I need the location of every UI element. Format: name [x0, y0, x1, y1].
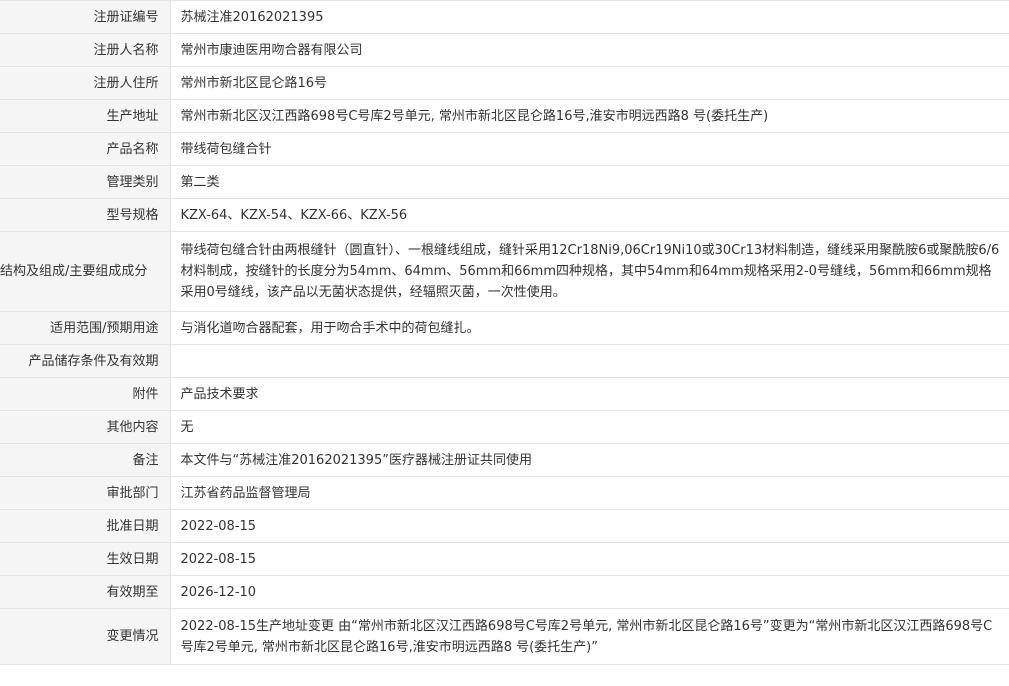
row-approval-date: 批准日期 2022-08-15 [0, 509, 1009, 543]
row-value: 本文件与“苏械注准20162021395”医疗器械注册证共同使用 [170, 443, 1009, 477]
row-value: 2022-08-15 [170, 542, 1009, 576]
row-change-history: 变更情况 2022-08-15生产地址变更 由“常州市新北区汉江西路698号C号… [0, 608, 1009, 665]
row-label: 注册人名称 [0, 33, 171, 67]
row-storage-validity: 产品储存条件及有效期 [0, 344, 1009, 378]
row-value: 无 [170, 410, 1009, 444]
row-value: 常州市康迪医用吻合器有限公司 [170, 33, 1009, 67]
row-registration-number: 注册证编号 苏械注准20162021395 [0, 0, 1009, 34]
row-product-name: 产品名称 带线荷包缝合针 [0, 132, 1009, 166]
row-intended-use: 适用范围/预期用途 与消化道吻合器配套，用于吻合手术中的荷包缝扎。 [0, 311, 1009, 345]
row-value: 苏械注准20162021395 [170, 0, 1009, 34]
row-value: 江苏省药品监督管理局 [170, 476, 1009, 510]
row-remarks: 备注 本文件与“苏械注准20162021395”医疗器械注册证共同使用 [0, 443, 1009, 477]
row-label: 备注 [0, 443, 171, 477]
row-other-content: 其他内容 无 [0, 410, 1009, 444]
row-value: 带线荷包缝合针 [170, 132, 1009, 166]
row-attachment: 附件 产品技术要求 [0, 377, 1009, 411]
row-label: 生效日期 [0, 542, 171, 576]
row-label: 变更情况 [0, 608, 171, 665]
row-production-address: 生产地址 常州市新北区汉江西路698号C号库2号单元, 常州市新北区昆仑路16号… [0, 99, 1009, 133]
row-value: 常州市新北区汉江西路698号C号库2号单元, 常州市新北区昆仑路16号,淮安市明… [170, 99, 1009, 133]
row-label: 产品储存条件及有效期 [0, 344, 171, 378]
row-label: 生产地址 [0, 99, 171, 133]
row-label: 结构及组成/主要组成成分 [0, 231, 171, 312]
row-registrant-name: 注册人名称 常州市康迪医用吻合器有限公司 [0, 33, 1009, 67]
row-valid-until: 有效期至 2026-12-10 [0, 575, 1009, 609]
row-registrant-address: 注册人住所 常州市新北区昆仑路16号 [0, 66, 1009, 100]
row-effective-date: 生效日期 2022-08-15 [0, 542, 1009, 576]
row-approval-department: 审批部门 江苏省药品监督管理局 [0, 476, 1009, 510]
row-label: 注册证编号 [0, 0, 171, 34]
row-label: 有效期至 [0, 575, 171, 609]
row-label: 注册人住所 [0, 66, 171, 100]
row-value: 与消化道吻合器配套，用于吻合手术中的荷包缝扎。 [170, 311, 1009, 345]
row-value: 2026-12-10 [170, 575, 1009, 609]
row-management-category: 管理类别 第二类 [0, 165, 1009, 199]
row-label: 审批部门 [0, 476, 171, 510]
row-label: 产品名称 [0, 132, 171, 166]
row-value [170, 344, 1009, 378]
row-value: 带线荷包缝合针由两根缝针（圆直针）、一根缝线组成，缝针采用12Cr18Ni9,0… [170, 231, 1009, 312]
row-value: 2022-08-15 [170, 509, 1009, 543]
row-label: 附件 [0, 377, 171, 411]
row-value: 第二类 [170, 165, 1009, 199]
row-structure-composition: 结构及组成/主要组成成分 带线荷包缝合针由两根缝针（圆直针）、一根缝线组成，缝针… [0, 231, 1009, 312]
row-value: 2022-08-15生产地址变更 由“常州市新北区汉江西路698号C号库2号单元… [170, 608, 1009, 665]
row-label: 其他内容 [0, 410, 171, 444]
row-value: 常州市新北区昆仑路16号 [170, 66, 1009, 100]
row-label: 型号规格 [0, 198, 171, 232]
registration-detail-table: 注册证编号 苏械注准20162021395 注册人名称 常州市康迪医用吻合器有限… [0, 0, 1009, 665]
row-label: 管理类别 [0, 165, 171, 199]
row-label: 批准日期 [0, 509, 171, 543]
row-model-spec: 型号规格 KZX-64、KZX-54、KZX-66、KZX-56 [0, 198, 1009, 232]
row-label: 适用范围/预期用途 [0, 311, 171, 345]
row-value: KZX-64、KZX-54、KZX-66、KZX-56 [170, 198, 1009, 232]
row-value: 产品技术要求 [170, 377, 1009, 411]
